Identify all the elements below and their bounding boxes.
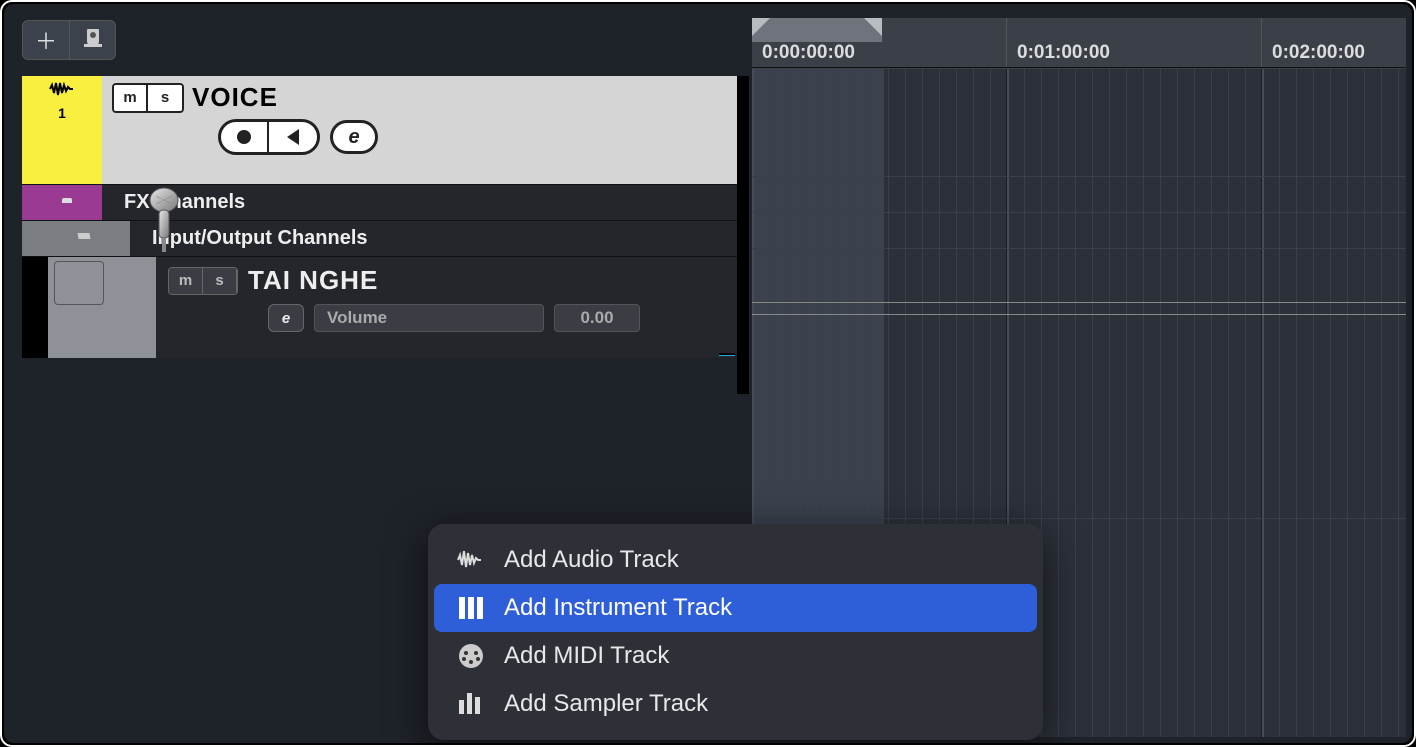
track-name-label: VOICE	[192, 82, 278, 113]
track-body: m s VOICE e	[102, 76, 737, 184]
track-color-black	[22, 257, 48, 358]
fx-label: FX Channels	[102, 191, 245, 214]
mute-solo-group: m s	[112, 83, 184, 113]
menu-add-midi-track[interactable]: Add MIDI Track	[428, 632, 1043, 680]
track-tai-nghe[interactable]: m s TAI NGHE e Volume 0.00	[22, 256, 737, 358]
add-button[interactable]: ＋	[23, 21, 69, 59]
edit-channel-button[interactable]: e	[268, 304, 304, 332]
track-list: 1 m s VOICE	[22, 76, 737, 358]
record-icon	[237, 130, 251, 144]
mute-solo-group: m s	[168, 267, 238, 295]
resize-handle[interactable]	[719, 353, 735, 356]
ruler-segment-2: 0:02:00:00	[1262, 18, 1406, 67]
fx-channels-folder[interactable]: FX Channels	[22, 184, 737, 220]
waveform-icon	[456, 551, 486, 569]
track-number: 1	[58, 105, 66, 121]
track-name-label: TAI NGHE	[248, 265, 378, 296]
solo-button[interactable]: s	[203, 268, 237, 294]
io-stripe	[22, 221, 130, 256]
sampler-bars-icon	[456, 692, 486, 716]
track-thumbnail	[54, 261, 104, 305]
context-menu: Add Audio Track Add Instrument Track Add…	[428, 524, 1043, 740]
menu-add-sampler-track[interactable]: Add Sampler Track	[428, 680, 1043, 728]
track-voice[interactable]: 1 m s VOICE	[22, 76, 737, 184]
track-tai-body: m s TAI NGHE e Volume 0.00	[156, 257, 737, 358]
menu-add-instrument-track[interactable]: Add Instrument Track	[434, 584, 1037, 632]
edit-channel-button[interactable]: e	[330, 120, 378, 154]
monitor-button[interactable]	[269, 122, 317, 152]
solo-button[interactable]: s	[148, 85, 182, 111]
fx-stripe	[22, 185, 102, 220]
record-monitor-group	[218, 119, 320, 155]
plus-icon: ＋	[35, 24, 57, 56]
menu-label: Add MIDI Track	[504, 642, 669, 670]
piano-keys-icon	[456, 596, 486, 620]
record-enable-button[interactable]	[221, 122, 269, 152]
disc-icon	[81, 27, 105, 53]
midi-icon	[456, 643, 486, 669]
param-value[interactable]: 0.00	[554, 304, 640, 332]
track-list-scrollbar[interactable]	[737, 76, 749, 394]
time-ruler[interactable]: 0:00:00:00 0:01:00:00 0:02:00:00	[752, 18, 1406, 68]
menu-add-audio-track[interactable]: Add Audio Track	[428, 536, 1043, 584]
waveform-icon	[49, 82, 75, 101]
mute-button[interactable]: m	[169, 268, 203, 294]
track-tai-stripe	[48, 257, 156, 358]
speaker-icon	[287, 129, 299, 145]
io-channels-folder[interactable]: Input/Output Channels	[22, 220, 737, 256]
menu-label: Add Instrument Track	[504, 594, 732, 622]
ruler-segment-1: 0:01:00:00	[1007, 18, 1262, 67]
ruler-segment-0: 0:00:00:00	[752, 18, 1007, 67]
mute-button[interactable]: m	[114, 85, 148, 111]
track-color-stripe: 1	[22, 76, 102, 184]
io-label: Input/Output Channels	[130, 227, 368, 250]
menu-label: Add Sampler Track	[504, 690, 708, 718]
param-name[interactable]: Volume	[314, 304, 544, 332]
toolbar-button-2[interactable]	[69, 21, 115, 59]
menu-label: Add Audio Track	[504, 546, 679, 574]
toolbar-group-left: ＋	[22, 20, 116, 60]
